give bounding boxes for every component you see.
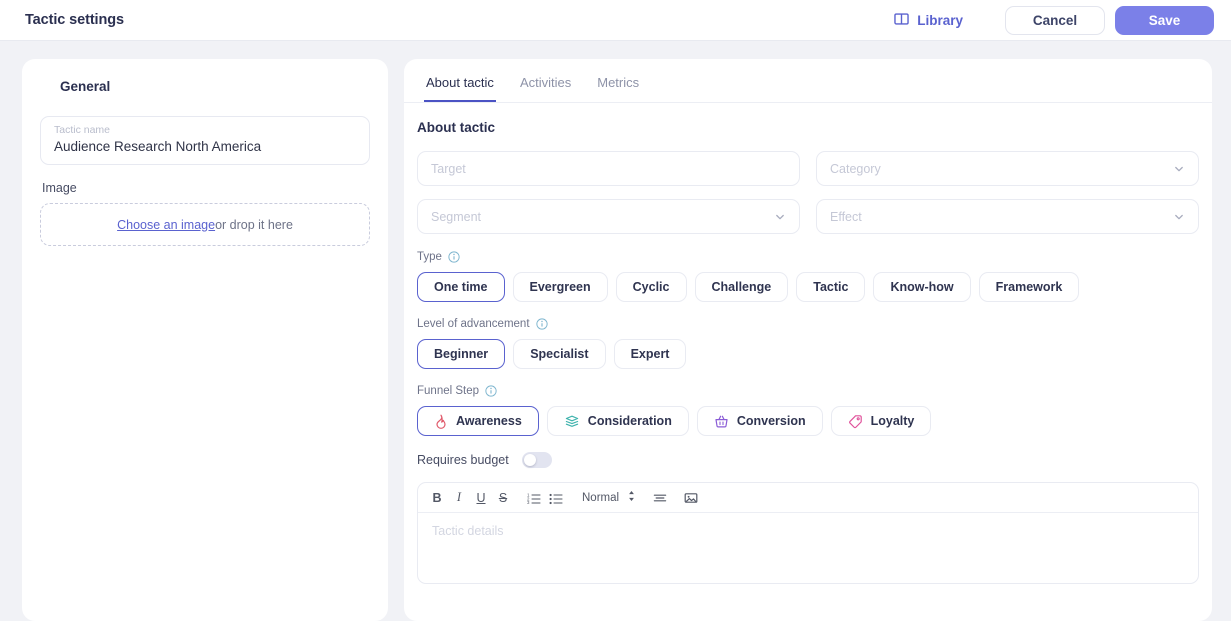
save-button[interactable]: Save: [1115, 5, 1214, 35]
funnel-step-group: Funnel Step Awareness Consideration Conv…: [417, 385, 1199, 436]
image-dropzone[interactable]: Choose an image or drop it here: [40, 203, 370, 246]
target-placeholder: Target: [431, 161, 466, 176]
funnel-step-options: Awareness Consideration Conversion Loyal…: [417, 406, 1199, 436]
format-dropdown[interactable]: Normal: [576, 489, 640, 506]
level-label-row: Level of advancement: [417, 318, 1199, 330]
type-option-challenge[interactable]: Challenge: [694, 272, 789, 302]
toggle-knob: [523, 454, 536, 466]
level-options: Beginner Specialist Expert: [417, 339, 1199, 369]
align-icon[interactable]: [649, 487, 671, 509]
tactic-name-field[interactable]: Tactic name Audience Research North Amer…: [40, 116, 370, 165]
funnel-option-label: Conversion: [736, 414, 806, 428]
top-bar: Tactic settings Library Cancel Save: [0, 0, 1231, 41]
type-option-one-time[interactable]: One time: [417, 272, 505, 302]
funnel-option-label: Loyalty: [870, 414, 915, 428]
book-icon: [894, 12, 909, 29]
category-select[interactable]: Category: [816, 151, 1199, 186]
format-value: Normal: [582, 491, 620, 504]
library-label: Library: [917, 12, 963, 28]
tab-activities[interactable]: Activities: [518, 75, 573, 102]
tactic-details-editor: B I U S 1 2 3 Normal Tactic details: [417, 482, 1199, 584]
layers-icon: [564, 414, 580, 429]
cancel-button[interactable]: Cancel: [1005, 5, 1105, 35]
choose-image-link[interactable]: Choose an image: [117, 218, 215, 232]
tab-bar: About tactic Activities Metrics: [404, 59, 1212, 103]
level-option-beginner[interactable]: Beginner: [417, 339, 506, 369]
workspace: General Tactic name Audience Research No…: [0, 41, 1231, 621]
level-of-advancement-group: Level of advancement Beginner Specialist…: [417, 318, 1199, 369]
funnel-option-consideration[interactable]: Consideration: [546, 406, 689, 436]
level-of-advancement-label: Level of advancement: [417, 318, 530, 330]
bullet-list-icon[interactable]: [545, 487, 567, 509]
type-option-tactic[interactable]: Tactic: [796, 272, 866, 302]
type-label: Type: [417, 251, 442, 263]
italic-button[interactable]: I: [448, 487, 470, 509]
about-tactic-fields: Target Category Segment Effect: [417, 151, 1199, 234]
effect-select[interactable]: Effect: [816, 199, 1199, 234]
top-bar-actions: Library Cancel Save: [884, 5, 1214, 35]
tab-about-tactic[interactable]: About tactic: [424, 75, 496, 102]
chevron-down-icon: [1173, 163, 1185, 175]
strikethrough-button[interactable]: S: [492, 487, 514, 509]
info-icon[interactable]: [485, 385, 497, 397]
page-title: Tactic settings: [25, 12, 124, 28]
level-option-expert[interactable]: Expert: [613, 339, 687, 369]
tactic-details-input[interactable]: Tactic details: [418, 513, 1198, 583]
funnel-step-label: Funnel Step: [417, 385, 480, 397]
type-option-evergreen[interactable]: Evergreen: [512, 272, 608, 302]
info-icon[interactable]: [535, 318, 548, 330]
type-option-framework[interactable]: Framework: [978, 272, 1080, 302]
underline-button[interactable]: U: [470, 487, 492, 509]
chevron-down-icon: [1173, 211, 1185, 223]
requires-budget-row: Requires budget: [417, 452, 1199, 468]
segment-placeholder: Segment: [431, 209, 482, 224]
image-icon[interactable]: [680, 487, 702, 509]
general-panel: General Tactic name Audience Research No…: [22, 59, 388, 621]
tag-icon: [848, 414, 863, 429]
image-label: Image: [42, 181, 77, 195]
requires-budget-toggle[interactable]: [521, 452, 552, 468]
type-option-cyclic[interactable]: Cyclic: [615, 272, 687, 302]
funnel-option-loyalty[interactable]: Loyalty: [830, 406, 932, 436]
funnel-option-label: Consideration: [587, 414, 672, 428]
category-placeholder: Category: [830, 161, 881, 176]
tactic-detail-panel: About tactic Activities Metrics About ta…: [404, 59, 1212, 621]
basket-icon: [714, 414, 729, 429]
ordered-list-icon[interactable]: 1 2 3: [523, 487, 545, 509]
funnel-step-label-row: Funnel Step: [417, 385, 1199, 397]
tactic-name-label: Tactic name: [54, 124, 111, 136]
target-input[interactable]: Target: [417, 151, 800, 186]
tab-metrics[interactable]: Metrics: [595, 75, 641, 102]
about-tactic-heading: About tactic: [417, 120, 496, 135]
editor-toolbar: B I U S 1 2 3 Normal: [418, 483, 1198, 513]
funnel-option-label: Awareness: [456, 414, 522, 428]
tactic-name-input[interactable]: Audience Research North America: [54, 138, 356, 156]
type-option-know-how[interactable]: Know-how: [873, 272, 971, 302]
requires-budget-label: Requires budget: [417, 453, 509, 467]
flame-icon: [434, 414, 448, 429]
stepper-icon: [627, 489, 636, 506]
type-label-row: Type: [417, 251, 1199, 263]
drop-hint-label: or drop it here: [215, 217, 293, 232]
type-group: Type One time Evergreen Cyclic Challenge…: [417, 251, 1199, 302]
segment-select[interactable]: Segment: [417, 199, 800, 234]
info-icon[interactable]: [448, 251, 460, 263]
funnel-option-awareness[interactable]: Awareness: [417, 406, 539, 436]
library-button[interactable]: Library: [884, 6, 973, 35]
chevron-down-icon: [774, 211, 786, 223]
type-options: One time Evergreen Cyclic Challenge Tact…: [417, 272, 1199, 302]
effect-placeholder: Effect: [830, 209, 862, 224]
general-heading: General: [60, 79, 111, 94]
about-tactic-content: About tactic Target Category Segment Eff…: [404, 103, 1212, 621]
level-option-specialist[interactable]: Specialist: [513, 339, 606, 369]
svg-text:3: 3: [527, 500, 530, 505]
bold-button[interactable]: B: [426, 487, 448, 509]
funnel-option-conversion[interactable]: Conversion: [696, 406, 823, 436]
